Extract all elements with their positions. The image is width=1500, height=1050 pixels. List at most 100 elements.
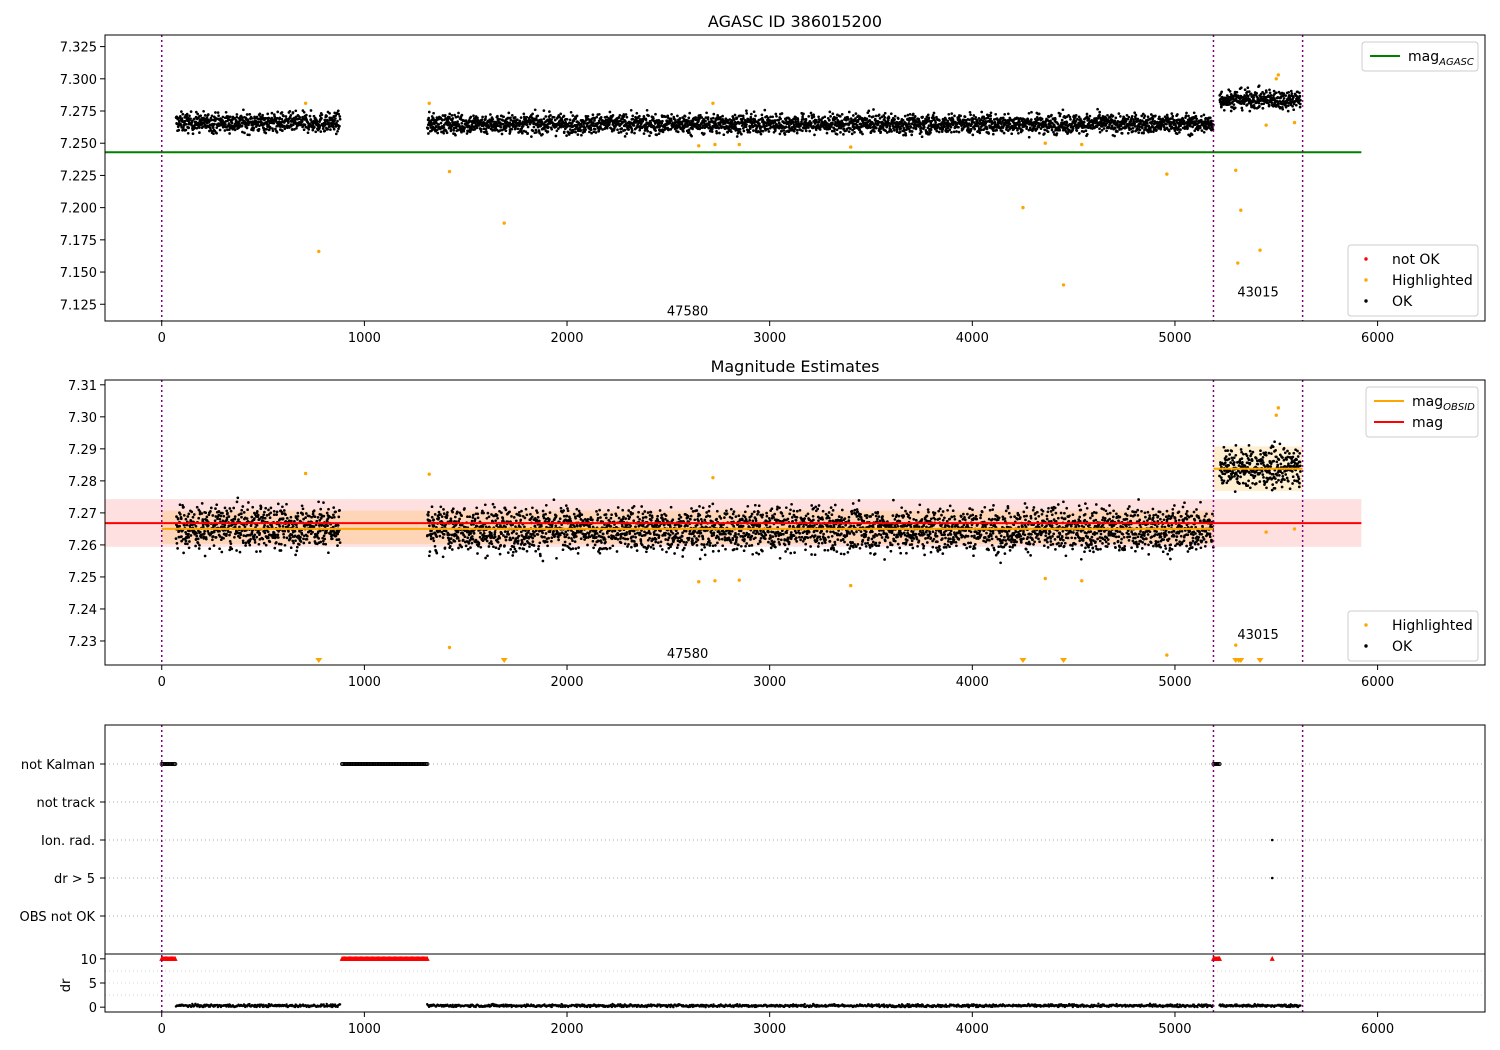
ok-point (829, 115, 832, 118)
ok-point (1187, 114, 1190, 118)
ok-point (573, 127, 577, 131)
ok-point (195, 534, 199, 538)
ok-point (1000, 129, 1004, 133)
ok-point (676, 114, 679, 118)
ok-point (971, 117, 975, 121)
ok-point (631, 114, 635, 118)
ok-point (257, 542, 261, 546)
ok-point (1010, 132, 1014, 136)
ok-point (591, 113, 595, 117)
ok-point (611, 114, 615, 117)
legend-label: OK (1392, 294, 1413, 310)
ok-point (828, 110, 832, 114)
ok-point (1222, 108, 1226, 112)
ok-point (765, 124, 768, 128)
ok-point (665, 119, 669, 123)
ok-point (285, 516, 289, 520)
ok-point (1165, 113, 1169, 117)
ok-point (496, 114, 499, 118)
ok-point (256, 513, 260, 517)
ok-point (767, 130, 771, 133)
ok-point (835, 128, 839, 132)
ok-point (1261, 106, 1265, 110)
ok-point (873, 130, 876, 133)
ok-point (199, 114, 203, 118)
ok-point (575, 114, 579, 118)
highlighted-point (1276, 73, 1281, 77)
ok-point (911, 112, 915, 116)
ok-point (242, 511, 246, 514)
ok-point (218, 128, 222, 132)
ok-point (197, 516, 201, 520)
ok-point (555, 129, 559, 133)
ok-point (281, 505, 284, 509)
ok-point (934, 120, 937, 124)
ok-point (303, 123, 307, 127)
ok-point (733, 113, 737, 117)
ok-point (1030, 110, 1033, 114)
ok-point (510, 114, 514, 117)
ok-point (302, 128, 306, 132)
ok-point (949, 125, 953, 129)
ok-point (688, 111, 692, 115)
ok-point (1025, 125, 1029, 129)
ok-point (980, 110, 984, 114)
ok-point (308, 114, 312, 118)
ok-point (688, 131, 691, 134)
ok-point (987, 132, 991, 135)
ok-point (484, 115, 488, 119)
ok-point (1298, 91, 1301, 95)
ok-point (1287, 104, 1290, 107)
ok-point (221, 519, 225, 523)
ok-point (831, 112, 835, 116)
ok-point (472, 114, 475, 118)
ok-point (629, 108, 633, 112)
highlighted-point (1258, 248, 1262, 252)
ok-point (1239, 86, 1243, 90)
ok-point (200, 512, 204, 515)
ok-point (974, 115, 978, 119)
ok-point (255, 535, 259, 539)
ok-point (927, 116, 931, 120)
ok-point (250, 515, 254, 519)
ok-point (222, 514, 226, 518)
y-tick-label: 7.200 (60, 202, 97, 217)
ok-point (240, 512, 243, 516)
ok-point (1100, 128, 1104, 132)
ok-point (1299, 98, 1302, 102)
ok-point (285, 536, 289, 540)
observation-id-label: 47580 (667, 305, 708, 320)
ok-point (250, 117, 254, 120)
ok-point (1260, 95, 1264, 99)
ok-point (263, 531, 267, 535)
ok-point (1133, 125, 1137, 128)
ok-point (1165, 122, 1168, 126)
ok-point (242, 108, 245, 112)
ok-point (1043, 132, 1046, 135)
ok-point (809, 121, 813, 125)
ok-point (530, 135, 533, 138)
ok-point (842, 133, 845, 136)
ok-point (294, 109, 298, 113)
ok-point (491, 118, 495, 121)
ok-point (722, 133, 726, 137)
ok-point (526, 125, 530, 129)
ok-point (309, 118, 313, 121)
ok-point (1178, 130, 1181, 134)
ok-point (899, 127, 903, 130)
ok-point (622, 115, 626, 118)
ok-point (559, 112, 563, 116)
ok-point (333, 119, 336, 123)
ok-point (265, 127, 268, 131)
ok-point (266, 530, 270, 534)
ok-point (1133, 122, 1137, 126)
legend-label-subscript: AGASC (1438, 57, 1474, 68)
ok-point (867, 109, 871, 113)
ok-point (1085, 112, 1089, 116)
ok-point (1018, 120, 1021, 124)
ok-point (678, 117, 682, 120)
ok-point (549, 113, 552, 117)
highlighted-point (713, 142, 717, 147)
ok-point (887, 116, 891, 120)
ok-point (451, 117, 455, 120)
